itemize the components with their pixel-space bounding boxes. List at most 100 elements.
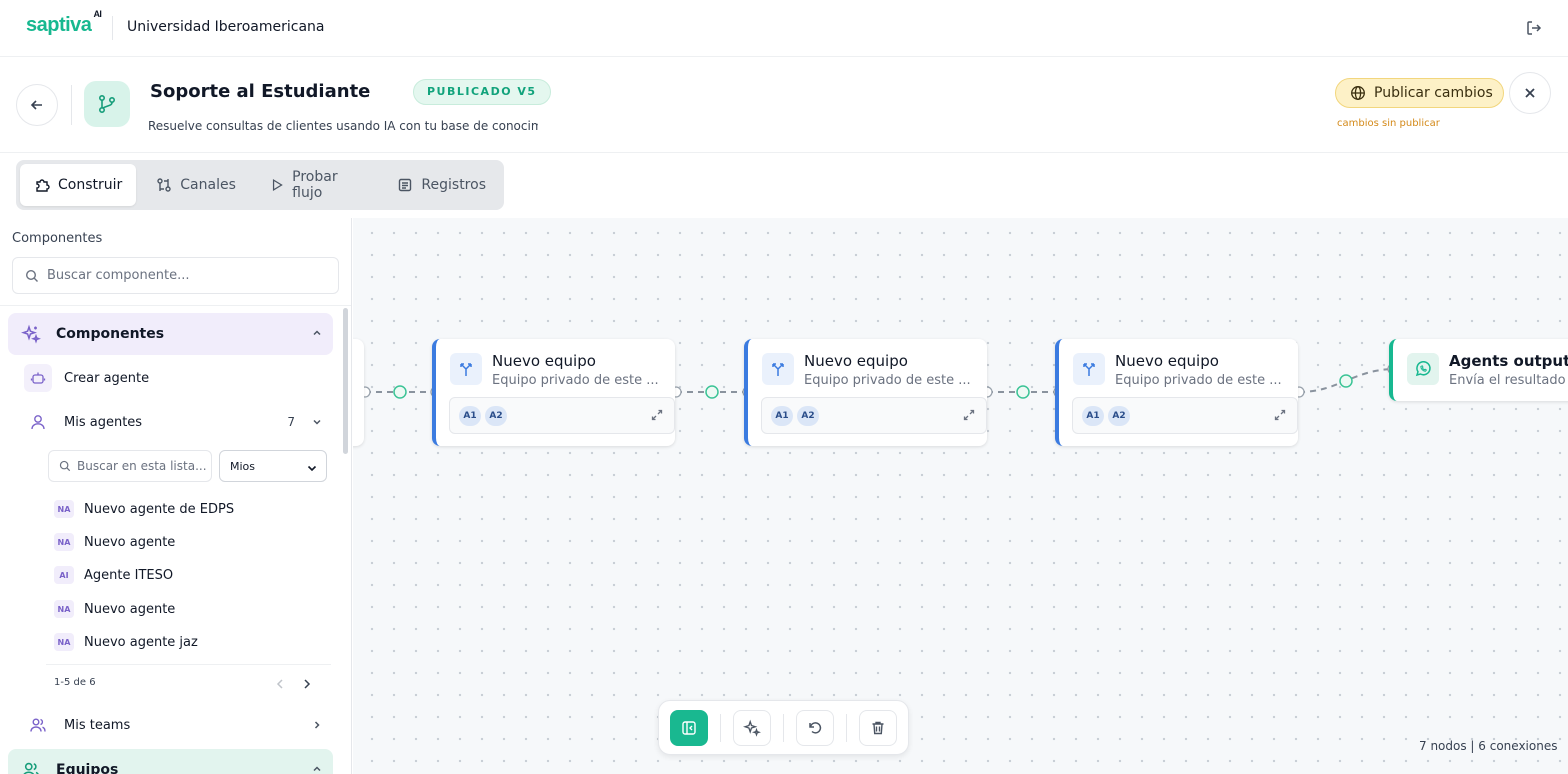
toggle-sidebar-button[interactable] bbox=[670, 710, 708, 746]
pagination-label: 1-5 de 6 bbox=[54, 677, 96, 688]
avatar: NA bbox=[54, 533, 74, 551]
create-agent-item[interactable]: Crear agente bbox=[24, 363, 333, 393]
tab-registros[interactable]: Registros bbox=[383, 164, 500, 206]
flow-header: Soporte al Estudiante PUBLICADO V5 Resue… bbox=[0, 57, 1568, 153]
chevron-down-icon bbox=[307, 465, 317, 472]
top-bar: saptiva AI Universidad Iberoamericana bbox=[0, 0, 1568, 57]
node-agents: A1 A2 bbox=[449, 397, 675, 434]
list-item[interactable]: NA Nuevo agente jaz bbox=[54, 631, 198, 653]
expand-icon[interactable] bbox=[1273, 408, 1287, 422]
node-subtitle: Equipo privado de este ... bbox=[492, 373, 659, 388]
agent-chip: A1 bbox=[1082, 406, 1104, 426]
list-item[interactable]: NA Nuevo agente bbox=[54, 531, 175, 553]
divider bbox=[46, 664, 331, 665]
globe-icon bbox=[1351, 86, 1365, 100]
edge-midpoint bbox=[705, 385, 719, 399]
agent-chip: A2 bbox=[485, 406, 507, 426]
tab-construir[interactable]: Construir bbox=[20, 164, 137, 206]
avatar: NA bbox=[54, 500, 74, 518]
ai-assist-button[interactable] bbox=[733, 710, 771, 746]
close-icon bbox=[1525, 88, 1535, 98]
divider bbox=[783, 714, 784, 742]
logs-icon bbox=[399, 178, 412, 192]
view-tabs: Construir Canales Probar flujo Registros bbox=[16, 160, 504, 210]
play-icon bbox=[272, 178, 283, 192]
organization-name: Universidad Iberoamericana bbox=[127, 19, 325, 35]
agent-chip: A1 bbox=[459, 406, 481, 426]
back-button[interactable] bbox=[16, 84, 58, 126]
list-item[interactable]: AI Agente ITESO bbox=[54, 564, 173, 586]
flow-node-team[interactable]: Nuevo equipo Equipo privado de este ... … bbox=[1055, 339, 1298, 446]
edge-midpoint bbox=[1339, 374, 1353, 388]
unpublished-note: cambios sin publicar bbox=[1337, 118, 1440, 129]
sidebar-scrollbar[interactable] bbox=[343, 308, 348, 454]
flow-branch-icon bbox=[84, 81, 130, 127]
flow-node-output[interactable]: Agents output Envía el resultado de bbox=[1389, 339, 1568, 401]
agent-chip: A2 bbox=[1108, 406, 1130, 426]
expand-icon[interactable] bbox=[962, 408, 976, 422]
tab-canales[interactable]: Canales bbox=[142, 164, 250, 206]
divider bbox=[846, 714, 847, 742]
expand-icon[interactable] bbox=[650, 408, 664, 422]
saptiva-logo[interactable]: saptiva AI bbox=[26, 9, 102, 37]
publish-changes-button[interactable]: Publicar cambios bbox=[1335, 78, 1504, 108]
section-componentes[interactable]: Componentes bbox=[8, 313, 333, 355]
sidebar-title: Componentes bbox=[12, 231, 103, 246]
split-icon bbox=[762, 353, 794, 385]
component-search-input[interactable]: Buscar componente... bbox=[12, 257, 339, 294]
flow-title: Soporte al Estudiante bbox=[150, 81, 371, 102]
my-teams-item[interactable]: Mis teams bbox=[24, 710, 333, 740]
node-agents: A1 A2 bbox=[1072, 397, 1298, 434]
edge-midpoint bbox=[1016, 385, 1030, 399]
flow-node-partial[interactable] bbox=[353, 339, 364, 446]
agent-filter-select[interactable]: Mios bbox=[219, 450, 327, 482]
logout-icon[interactable] bbox=[1524, 18, 1544, 38]
agent-list-search-input[interactable]: Buscar en esta lista... bbox=[48, 450, 212, 482]
section-equipos[interactable]: Equipos bbox=[8, 749, 333, 774]
canvas-toolbar bbox=[658, 700, 909, 755]
undo-button[interactable] bbox=[796, 710, 834, 746]
canvas-stats: 7 nodos | 6 conexiones bbox=[1419, 739, 1558, 753]
split-icon bbox=[1073, 353, 1105, 385]
flow-node-team[interactable]: Nuevo equipo Equipo privado de este ... … bbox=[432, 339, 675, 446]
tab-probar-flujo[interactable]: Probar flujo bbox=[256, 164, 378, 206]
user-icon bbox=[24, 408, 52, 436]
list-item[interactable]: NA Nuevo agente de EDPS bbox=[54, 498, 234, 520]
chevron-left-icon[interactable] bbox=[275, 678, 285, 690]
list-search-placeholder: Buscar en esta lista... bbox=[77, 459, 207, 473]
my-agents-item[interactable]: Mis agentes 7 bbox=[24, 407, 333, 437]
whatsapp-icon bbox=[1407, 353, 1439, 385]
flow-canvas[interactable]: Nuevo equipo Equipo privado de este ... … bbox=[353, 218, 1568, 774]
agent-chip: A2 bbox=[797, 406, 819, 426]
node-title: Nuevo equipo bbox=[804, 352, 908, 370]
undo-icon bbox=[809, 722, 822, 734]
list-item[interactable]: NA Nuevo agente bbox=[54, 598, 175, 620]
agent-chip: A1 bbox=[771, 406, 793, 426]
edge-midpoint bbox=[393, 385, 407, 399]
component-search-placeholder: Buscar componente... bbox=[47, 268, 190, 283]
avatar: AI bbox=[54, 566, 74, 584]
sidebar-toggle-icon bbox=[682, 721, 696, 735]
agent-name: Nuevo agente jaz bbox=[84, 634, 198, 650]
chevron-up-icon bbox=[313, 330, 321, 336]
channels-icon bbox=[157, 178, 171, 192]
node-title: Nuevo equipo bbox=[492, 352, 596, 370]
node-subtitle: Equipo privado de este ... bbox=[804, 373, 971, 388]
chevron-right-icon[interactable] bbox=[302, 678, 312, 690]
chevron-down-icon bbox=[313, 419, 321, 425]
sparkles-icon bbox=[18, 321, 44, 347]
users-icon bbox=[18, 757, 44, 774]
flow-node-team[interactable]: Nuevo equipo Equipo privado de este ... … bbox=[744, 339, 987, 446]
arrow-left-icon bbox=[30, 100, 42, 110]
node-subtitle: Equipo privado de este ... bbox=[1115, 373, 1282, 388]
close-button[interactable] bbox=[1509, 72, 1551, 114]
delete-button[interactable] bbox=[859, 710, 897, 746]
node-subtitle: Envía el resultado de bbox=[1449, 373, 1568, 388]
sparkles-icon bbox=[743, 719, 761, 737]
agents-count: 7 bbox=[287, 415, 295, 429]
divider bbox=[71, 85, 72, 125]
agent-name: Nuevo agente bbox=[84, 601, 176, 617]
chevron-up-icon bbox=[313, 766, 321, 772]
robot-icon bbox=[24, 364, 52, 392]
avatar: NA bbox=[54, 600, 74, 618]
